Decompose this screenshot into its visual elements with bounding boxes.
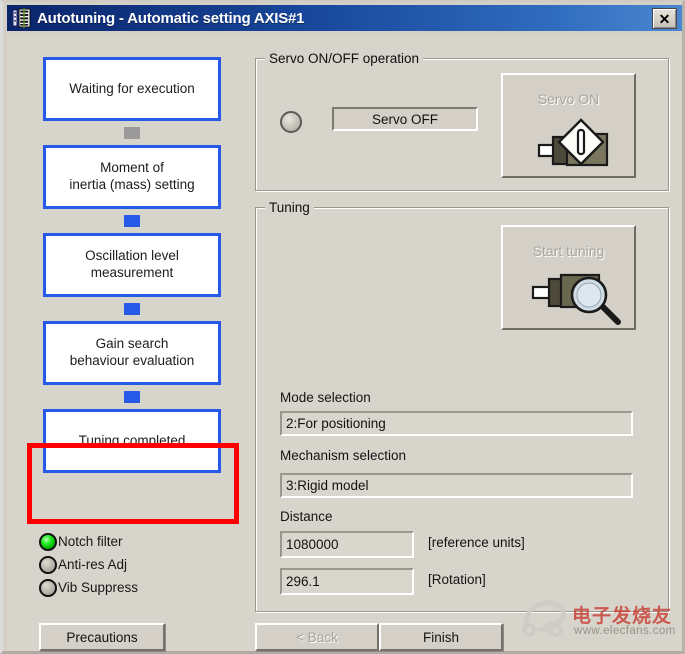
flow-step-moment-of-inertia: Moment of inertia (mass) setting xyxy=(43,145,221,209)
flow-connector-2 xyxy=(124,215,140,227)
title-bar: Autotuning - Automatic setting AXIS#1 ✕ xyxy=(7,5,682,31)
distance-reference-units-value[interactable]: 1080000 xyxy=(280,531,414,558)
flow-step-label: Waiting for execution xyxy=(69,80,195,96)
tuning-group: Tuning Start tuning Mode selection 2:For… xyxy=(255,200,669,612)
mode-selection-label: Mode selection xyxy=(280,390,371,405)
flow-step-gain-search: Gain search behaviour evaluation xyxy=(43,321,221,385)
led-on-icon xyxy=(39,532,57,551)
mode-selection-value[interactable]: 2:For positioning xyxy=(280,411,633,436)
flow-step-label: Moment of inertia (mass) setting xyxy=(69,160,195,192)
flow-step-tuning-completed: Tuning completed xyxy=(43,409,221,473)
plug-magnifier-icon xyxy=(503,267,634,329)
flow-step-label: Tuning completed xyxy=(78,432,186,448)
servo-on-button[interactable]: Servo ON xyxy=(501,73,636,178)
start-tuning-button-label: Start tuning xyxy=(532,243,605,259)
servo-on-button-label: Servo ON xyxy=(537,91,600,107)
tuning-group-title: Tuning xyxy=(265,200,314,215)
flow-connector-4 xyxy=(124,391,140,403)
servo-onoff-group: Servo ON/OFF operation Servo OFF Servo O… xyxy=(255,51,669,191)
status-indicator-label: Vib Suppress xyxy=(58,580,139,595)
screenshot-root: Autotuning - Automatic setting AXIS#1 ✕ … xyxy=(0,0,685,654)
progress-flowchart: Waiting for execution Moment of inertia … xyxy=(43,57,221,473)
servo-status-readout: Servo OFF xyxy=(332,107,478,131)
app-tuning-icon xyxy=(12,8,32,28)
distance-reference-units-label: [reference units] xyxy=(428,535,525,550)
distance-label: Distance xyxy=(280,509,333,524)
status-indicator-label: Notch filter xyxy=(58,534,123,549)
mechanism-selection-value[interactable]: 3:Rigid model xyxy=(280,473,633,498)
flow-step-oscillation-level: Oscillation level measurement xyxy=(43,233,221,297)
led-off-icon xyxy=(39,555,57,574)
status-indicator-vib-suppress: Vib Suppress xyxy=(39,576,138,599)
status-indicator-anti-res-adj: Anti-res Adj xyxy=(39,553,138,576)
flow-connector-3 xyxy=(124,303,140,315)
watermark-url: www.elecfans.com xyxy=(574,625,676,637)
flow-step-waiting-for-execution: Waiting for execution xyxy=(43,57,221,121)
flow-step-label: Gain search behaviour evaluation xyxy=(69,336,195,368)
close-button[interactable]: ✕ xyxy=(652,8,677,29)
flow-connector-1 xyxy=(124,127,140,139)
window-title: Autotuning - Automatic setting AXIS#1 xyxy=(37,9,305,27)
flow-step-label: Oscillation level measurement xyxy=(85,248,179,280)
led-off-icon xyxy=(39,578,57,597)
servo-group-title: Servo ON/OFF operation xyxy=(265,51,424,66)
back-button[interactable]: < Back xyxy=(255,623,379,651)
mechanism-selection-label: Mechanism selection xyxy=(280,448,407,463)
start-tuning-button[interactable]: Start tuning xyxy=(501,225,636,330)
status-indicator-notch-filter: Notch filter xyxy=(39,530,138,553)
servo-state-lamp-icon xyxy=(280,111,302,133)
precautions-button[interactable]: Precautions xyxy=(39,623,165,651)
status-indicator-label: Anti-res Adj xyxy=(58,557,128,572)
dialog-window: Autotuning - Automatic setting AXIS#1 ✕ … xyxy=(0,0,685,654)
distance-rotation-label: [Rotation] xyxy=(428,572,486,587)
dialog-client-area: Waiting for execution Moment of inertia … xyxy=(7,35,682,651)
status-indicator-list: Notch filter Anti-res Adj Vib Suppress xyxy=(39,530,138,599)
distance-rotation-value[interactable]: 296.1 xyxy=(280,568,414,595)
servo-plug-power-icon xyxy=(503,115,634,177)
finish-button[interactable]: Finish xyxy=(379,623,503,651)
